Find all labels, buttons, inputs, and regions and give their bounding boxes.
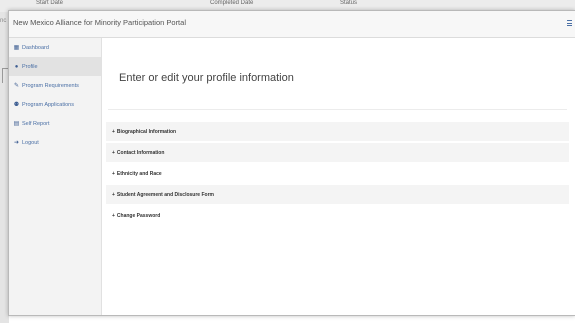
sidebar-item-profile[interactable]: ● Profile [9, 57, 101, 76]
wrench-icon: ✎ [13, 83, 20, 89]
expand-icon: + [112, 128, 115, 135]
expand-icon: + [112, 149, 115, 156]
hamburger-icon[interactable] [567, 20, 572, 26]
users-icon: ⚉ [13, 102, 20, 108]
section-label: Student Agreement and Disclosure Form [116, 191, 214, 198]
page-title: Enter or edit your profile information [119, 72, 294, 84]
logout-icon: ➜ [13, 140, 20, 146]
dashboard-icon: ▦ [13, 45, 20, 51]
section-label: Biographical Information [116, 128, 177, 135]
sidebar-item-logout[interactable]: ➜ Logout [9, 133, 101, 152]
expand-icon: + [112, 170, 115, 177]
section-contact-information[interactable]: + Contact Information [106, 143, 569, 162]
sidebar-item-label: Profile [22, 63, 38, 70]
app-title: New Mexico Alliance for Minority Partici… [13, 18, 186, 27]
sidebar-item-self-report[interactable]: ▤ Self Report [9, 114, 101, 133]
sidebar-item-label: Logout [22, 139, 39, 146]
section-label: Change Password [116, 212, 161, 219]
file-icon: ▤ [13, 121, 20, 127]
main-content: Enter or edit your profile information +… [102, 38, 575, 315]
section-student-agreement[interactable]: + Student Agreement and Disclosure Form [106, 185, 569, 204]
background-column-status: Status [340, 0, 358, 6]
divider [108, 109, 567, 110]
sidebar-item-program-applications[interactable]: ⚉ Program Applications [9, 95, 101, 114]
section-biographical-information[interactable]: + Biographical Information [106, 122, 569, 141]
portal-window: New Mexico Alliance for Minority Partici… [8, 10, 575, 316]
user-icon: ● [14, 63, 19, 70]
sidebar-item-label: Program Requirements [22, 82, 79, 89]
sidebar-item-program-requirements[interactable]: ✎ Program Requirements [9, 76, 101, 95]
expand-icon: + [112, 191, 115, 198]
sidebar-item-dashboard[interactable]: ▦ Dashboard [9, 38, 101, 57]
background-column-completed-date: Completed Date [210, 0, 254, 6]
profile-sections: + Biographical Information + Contact Inf… [106, 122, 569, 227]
sidebar: ▦ Dashboard ● Profile ✎ Program Requirem… [9, 38, 102, 315]
section-label: Ethnicity and Race [116, 170, 162, 177]
expand-icon: + [112, 212, 115, 219]
background-column-start-date: Start Date [36, 0, 64, 6]
sidebar-item-label: Dashboard [22, 44, 49, 51]
top-bar: New Mexico Alliance for Minority Partici… [9, 11, 575, 38]
sidebar-item-label: Self Report [22, 120, 50, 127]
background-left-text: nc [0, 18, 7, 24]
section-change-password[interactable]: + Change Password [106, 206, 569, 225]
sidebar-item-label: Program Applications [22, 101, 74, 108]
section-label: Contact Information [116, 149, 165, 156]
section-ethnicity-and-race[interactable]: + Ethnicity and Race [106, 164, 569, 183]
